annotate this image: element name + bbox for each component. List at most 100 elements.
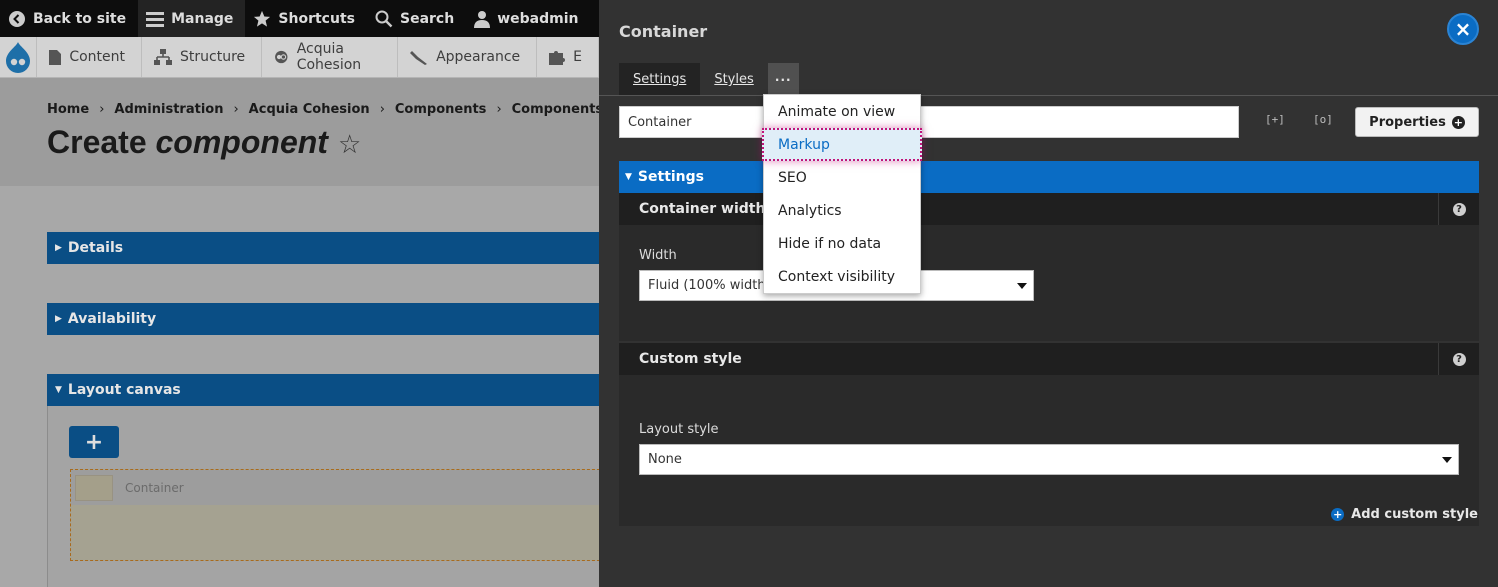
plus-circle-icon: + <box>1451 115 1465 129</box>
menu-item-label: Acquia Cohesion <box>296 41 362 73</box>
admin-menu: Content Structure Acquia Cohesion Appear… <box>0 37 599 78</box>
menu-item-context-visibility[interactable]: Context visibility <box>764 260 920 293</box>
caret-down-icon: ▼ <box>55 385 62 395</box>
expand-all-icon[interactable]: [+] <box>1265 113 1285 126</box>
settings-header-label: Settings <box>637 169 705 185</box>
menu-item-label: Structure <box>180 49 246 65</box>
close-icon: × <box>1454 17 1472 41</box>
breadcrumb-acquia-cohesion[interactable]: Acquia Cohesion <box>249 102 370 117</box>
breadcrumb-separator: › <box>233 102 239 117</box>
menu-item-acquia-cohesion[interactable]: Acquia Cohesion <box>262 37 399 77</box>
plus-circle-icon: + <box>1331 508 1345 521</box>
page-header: Home › Administration › Acquia Cohesion › C… <box>0 78 599 186</box>
container-element-header: Container <box>71 470 599 505</box>
menu-item-appearance[interactable]: Appearance <box>398 37 538 77</box>
hamburger-icon <box>146 11 165 27</box>
search-tab[interactable]: Search <box>367 0 466 37</box>
manage-tab[interactable]: Manage <box>138 0 246 37</box>
back-to-site-link[interactable]: Back to site <box>0 0 138 37</box>
menu-item-label: E <box>573 49 582 65</box>
drag-handle-icon[interactable] <box>75 474 113 501</box>
breadcrumb-home[interactable]: Home <box>47 102 89 117</box>
sidebar-editor: Container × Settings Styles ··· Containe… <box>599 0 1498 587</box>
caret-down-icon: ▼ <box>625 172 632 182</box>
shortcuts-tab[interactable]: Shortcuts <box>245 0 367 37</box>
menu-item-seo[interactable]: SEO <box>764 161 920 194</box>
layout-canvas-section-toggle[interactable]: ▼ Layout canvas <box>47 374 599 406</box>
layout-canvas-label: Layout canvas <box>67 382 181 398</box>
chevron-left-icon <box>9 10 25 27</box>
page-title: Create component ☆ <box>47 124 361 161</box>
caret-down-icon <box>1017 283 1027 289</box>
search-label: Search <box>399 10 455 27</box>
custom-style-header: Custom style ? <box>619 343 1479 375</box>
container-width-section: Container width ? Width Fluid (100% widt… <box>619 193 1479 341</box>
layout-canvas: + Container <box>47 406 599 587</box>
details-section-toggle[interactable]: ▶ Details <box>47 232 599 264</box>
canvas-container-element[interactable]: Container <box>70 469 599 561</box>
sidebar-tabs: Settings Styles ··· <box>619 63 799 96</box>
sidebar-title: Container <box>619 22 708 41</box>
help-icon: ? <box>1452 352 1466 366</box>
tabs-divider <box>599 95 1498 96</box>
layout-style-value: None <box>648 452 682 467</box>
help-icon: ? <box>1452 202 1466 216</box>
user-label: webadmin <box>497 10 579 27</box>
menu-item-label: Content <box>69 49 126 65</box>
settings-section-toggle[interactable]: ▼ Settings <box>619 161 1479 193</box>
favorite-star-icon[interactable]: ☆ <box>338 129 361 159</box>
breadcrumb-separator: › <box>99 102 105 117</box>
star-icon <box>254 10 271 27</box>
cohesion-icon <box>275 50 288 64</box>
menu-item-hide-if-no-data[interactable]: Hide if no data <box>764 227 920 260</box>
manage-label: Manage <box>171 10 234 27</box>
width-label: Width <box>639 248 677 263</box>
shortcuts-label: Shortcuts <box>278 10 355 27</box>
more-tabs-button[interactable]: ··· <box>767 63 799 96</box>
admin-page: Back to site Manage Shortcuts Search web… <box>0 0 599 587</box>
help-button[interactable]: ? <box>1438 193 1479 225</box>
breadcrumb-components[interactable]: Components <box>395 102 487 117</box>
search-icon <box>375 10 393 27</box>
custom-style-title: Custom style <box>639 351 742 367</box>
breadcrumb-components-2[interactable]: Components <box>512 102 599 117</box>
layout-style-select[interactable]: None <box>639 444 1459 475</box>
tab-styles[interactable]: Styles <box>700 63 767 96</box>
sitemap-icon <box>154 49 173 65</box>
menu-item-content[interactable]: Content <box>37 37 143 77</box>
custom-style-section: Custom style ? Layout style None <box>619 343 1479 526</box>
help-button[interactable]: ? <box>1438 343 1479 375</box>
document-icon <box>49 49 62 65</box>
drupal-logo-icon[interactable] <box>0 37 38 77</box>
user-icon <box>474 10 491 28</box>
details-label: Details <box>67 240 124 256</box>
tab-settings[interactable]: Settings <box>619 63 701 96</box>
back-to-site-label: Back to site <box>33 10 127 27</box>
menu-item-analytics[interactable]: Analytics <box>764 194 920 227</box>
availability-label: Availability <box>67 311 157 327</box>
element-title-input[interactable]: Container <box>619 106 1239 138</box>
menu-item-extend[interactable]: E <box>537 37 599 77</box>
breadcrumb-separator: › <box>496 102 502 117</box>
more-tabs-dropdown: Animate on view Markup SEO Analytics Hid… <box>762 94 922 294</box>
page-title-emphasis: component <box>155 124 328 160</box>
container-width-title: Container width <box>639 201 766 217</box>
breadcrumb-separator: › <box>379 102 385 117</box>
add-element-button[interactable]: + <box>69 426 119 458</box>
width-select-value: Fluid (100% width c <box>648 278 777 293</box>
menu-item-structure[interactable]: Structure <box>142 37 263 77</box>
breadcrumb-administration[interactable]: Administration <box>114 102 223 117</box>
add-custom-style-button[interactable]: + Add custom style <box>1331 507 1478 522</box>
collapse-all-icon[interactable]: [o] <box>1313 113 1333 126</box>
menu-item-animate-on-view[interactable]: Animate on view <box>764 95 920 128</box>
properties-button[interactable]: Properties + <box>1355 107 1479 137</box>
close-button[interactable]: × <box>1447 13 1479 45</box>
availability-section-toggle[interactable]: ▶ Availability <box>47 303 599 335</box>
caret-down-icon <box>1442 457 1452 463</box>
properties-label: Properties <box>1369 114 1446 130</box>
user-tab[interactable]: webadmin <box>466 0 590 37</box>
container-width-header: Container width ? <box>619 193 1479 225</box>
menu-item-markup[interactable]: Markup <box>762 128 922 161</box>
container-element-label: Container <box>125 480 184 495</box>
admin-toolbar: Back to site Manage Shortcuts Search web… <box>0 0 599 37</box>
